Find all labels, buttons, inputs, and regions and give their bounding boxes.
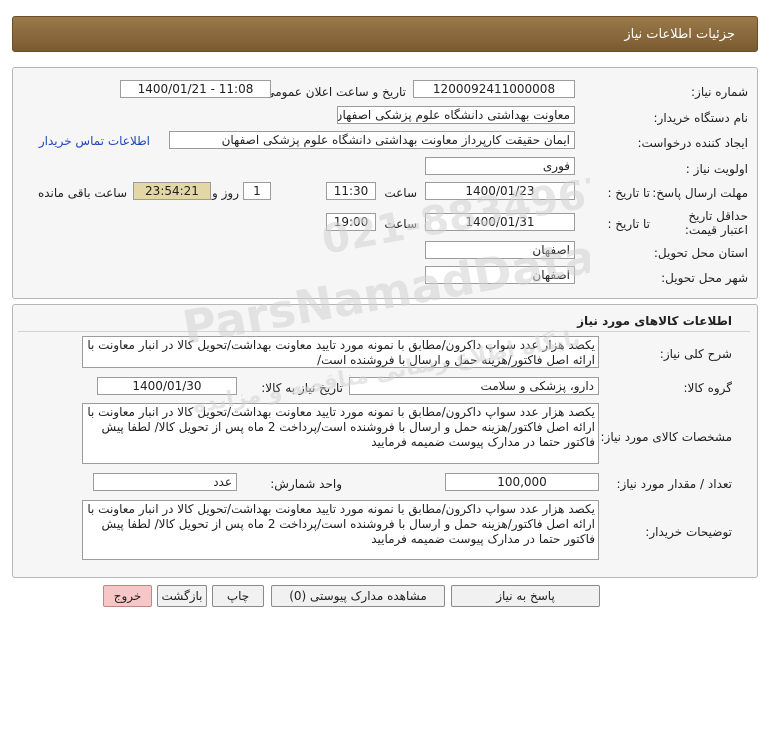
specs-label: مشخصات کالای مورد نیاز: (600, 430, 732, 444)
print-button[interactable]: چاپ (212, 585, 264, 607)
requester-label: ایجاد کننده درخواست: (637, 136, 748, 150)
reply-button[interactable]: پاسخ به نیاز (451, 585, 600, 607)
goods-group-field: دارو، پزشکی و سلامت (349, 377, 599, 395)
buyer-notes-field: یکصد هزار عدد سواپ داکرون/مطابق با نمونه… (82, 500, 599, 560)
city-field: اصفهان (425, 266, 575, 284)
send-time-label: ساعت (384, 186, 417, 200)
priority-label: اولویت نیاز : (685, 162, 748, 176)
goods-section-title: اطلاعات کالاهای مورد نیاز (577, 314, 732, 328)
specs-field: یکصد هزار عدد سواپ داکرون/مطابق با نمونه… (82, 403, 599, 464)
exit-button[interactable]: خروج (103, 585, 152, 607)
buyer-org-label: نام دستگاه خریدار: (653, 111, 749, 125)
page-title: جزئیات اطلاعات نیاز (624, 27, 735, 42)
buyer-contact-link[interactable]: اطلاعات تماس خریدار (39, 134, 150, 148)
send-date-field: 1400/01/23 (425, 182, 575, 200)
general-desc-label: شرح کلی نیاز: (659, 347, 732, 361)
need-number-label: شماره نیاز: (691, 85, 748, 99)
quantity-label: تعداد / مقدار مورد نیاز: (616, 477, 732, 491)
need-info-panel (12, 67, 758, 299)
city-label: شهر محل تحویل: (661, 271, 748, 285)
priority-field: فوری (425, 157, 575, 175)
need-date-label: تاریخ نیاز به کالا: (261, 381, 343, 395)
page-header: جزئیات اطلاعات نیاز (12, 16, 758, 52)
general-desc-field: یکصد هزار عدد سواپ داکرون/مطابق با نمونه… (82, 336, 599, 368)
remaining-time-label: ساعت باقی مانده (37, 186, 127, 200)
validity-time-label: ساعت (384, 217, 417, 231)
validity-label: حداقل تاریخ اعتبار قیمت: (684, 209, 748, 237)
validity-date-field: 1400/01/31 (425, 213, 575, 231)
requester-field: ایمان حقیقت کارپرداز معاونت بهداشتی دانش… (169, 131, 575, 149)
send-time-field: 11:30 (326, 182, 376, 200)
back-button[interactable]: بازگشت (157, 585, 207, 607)
quantity-field: 100,000 (445, 473, 599, 491)
view-attachments-button[interactable]: مشاهده مدارک پیوستی (0) (271, 585, 445, 607)
validity-to-date-label: تا تاریخ : (607, 217, 650, 231)
need-date-field: 1400/01/30 (97, 377, 237, 395)
need-number-field: 1200092411000008 (413, 80, 575, 98)
buyer-notes-label: توضیحات خریدار: (645, 525, 732, 539)
days-label: روز و (212, 186, 239, 200)
goods-group-label: گروه کالا: (683, 381, 733, 395)
unit-label: واحد شمارش: (270, 477, 342, 491)
send-to-date-label: تا تاریخ : (607, 186, 650, 200)
province-field: اصفهان (425, 241, 575, 259)
buyer-org-field: معاونت بهداشتی دانشگاه علوم پزشکی اصفهان (337, 106, 575, 124)
announce-label: تاریخ و ساعت اعلان عمومی: (261, 85, 406, 99)
send-deadline-label: مهلت ارسال پاسخ: (652, 186, 748, 200)
remaining-time-field: 23:54:21 (133, 182, 211, 200)
goods-section-divider (18, 331, 750, 332)
days-remaining-field: 1 (243, 182, 271, 200)
province-label: استان محل تحویل: (653, 246, 748, 260)
validity-time-field: 19:00 (326, 213, 376, 231)
announce-field: 1400/01/21 - 11:08 (120, 80, 271, 98)
unit-field: عدد (93, 473, 237, 491)
